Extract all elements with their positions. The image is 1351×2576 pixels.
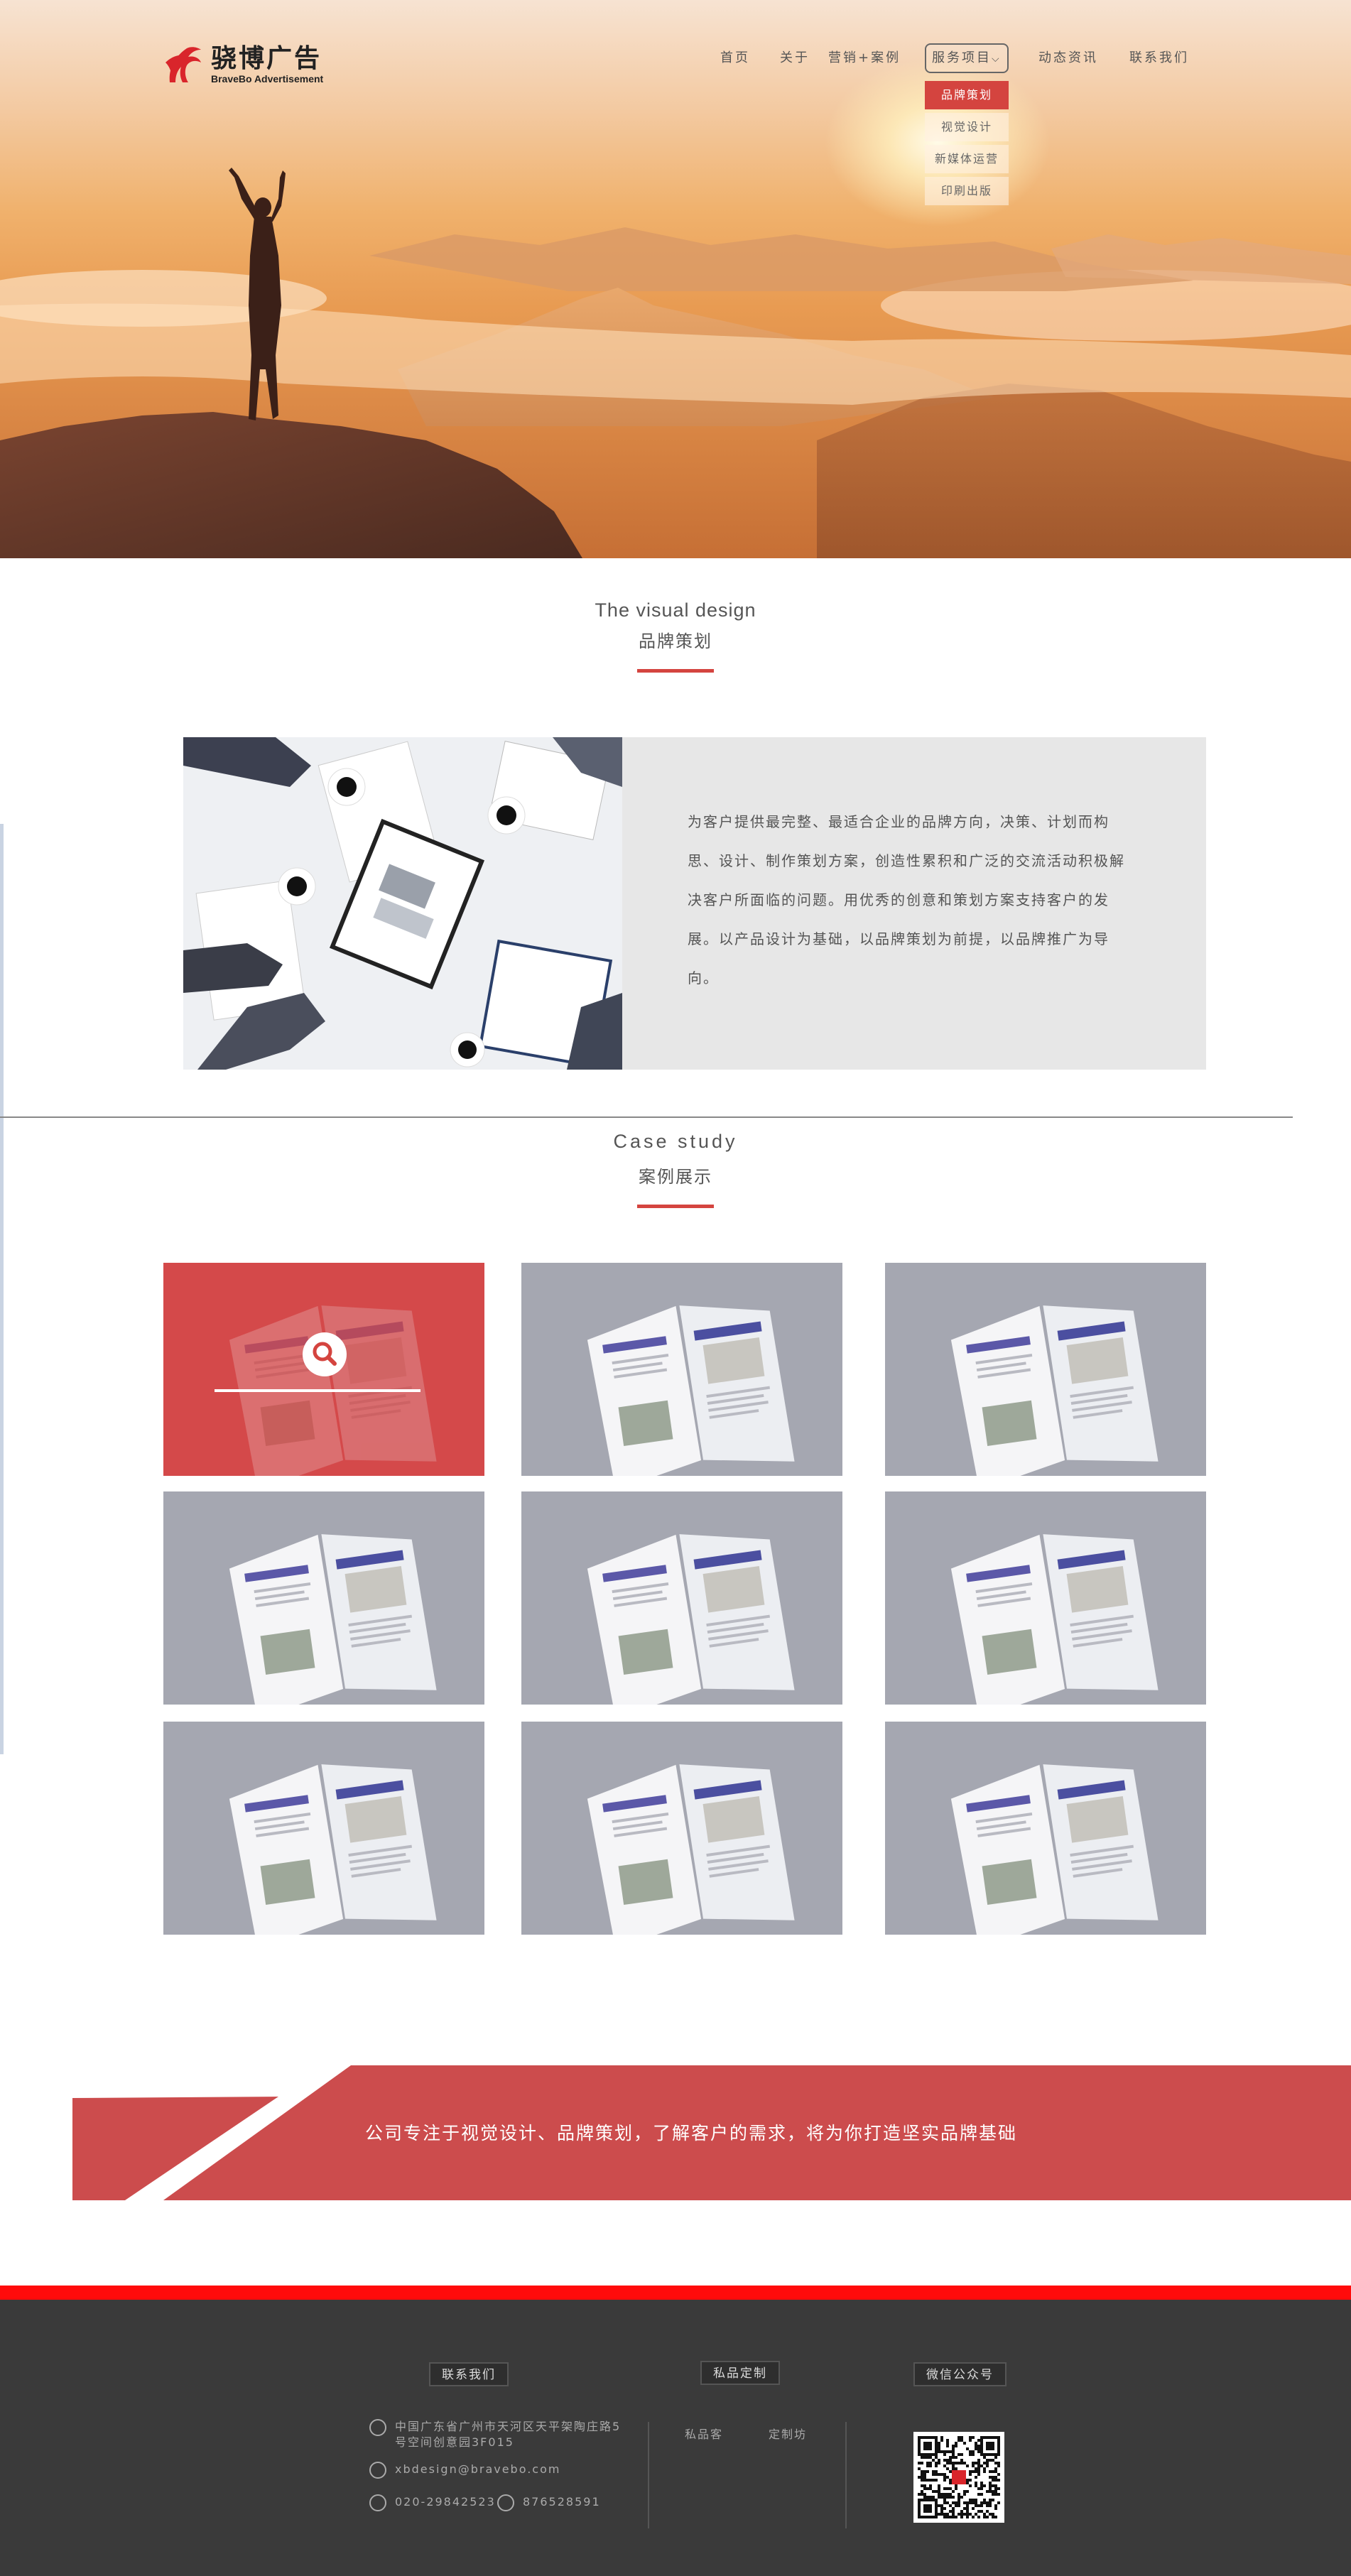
email-text: xbdesign@bravebo.com bbox=[395, 2462, 561, 2476]
hero-banner: 骁博广告 BraveBo Advertisement 首页 关于 营销+案例 服… bbox=[0, 0, 1351, 558]
brand-name-en: BraveBo Advertisement bbox=[211, 73, 324, 85]
footer-link-custom[interactable]: 定制坊 bbox=[769, 2425, 807, 2442]
nav-marketing-cases[interactable]: 营销+案例 bbox=[828, 44, 901, 72]
nav-about[interactable]: 关于 bbox=[780, 44, 810, 72]
dropdown-item-newmedia[interactable]: 新媒体运营 bbox=[925, 145, 1009, 173]
brand-strategy-block: 为客户提供最完整、最适合企业的品牌方向，决策、计划而构思、设计、制作策划方案，创… bbox=[183, 737, 1206, 1070]
section-divider bbox=[0, 1116, 1293, 1118]
magnifier-icon[interactable] bbox=[303, 1332, 347, 1376]
nav-services-label: 服务项目 bbox=[932, 50, 992, 65]
section-title-en: Case study bbox=[613, 1131, 738, 1152]
nav-home[interactable]: 首页 bbox=[720, 44, 750, 72]
chevron-down-icon: ⌵ bbox=[992, 53, 1002, 65]
qq-icon bbox=[497, 2494, 514, 2511]
footer-wechat-title: 微信公众号 bbox=[913, 2362, 1007, 2386]
dropdown-item-visual[interactable]: 视觉设计 bbox=[925, 113, 1009, 141]
section-brand-heading: The visual design 品牌策划 bbox=[0, 599, 1351, 673]
section-cases-heading: Case study 案例展示 bbox=[0, 1131, 1351, 1208]
dropdown-item-brand[interactable]: 品牌策划 bbox=[925, 81, 1009, 109]
nav-news[interactable]: 动态资讯 bbox=[1038, 44, 1098, 72]
wechat-qr-code bbox=[913, 2432, 1004, 2523]
case-item[interactable] bbox=[521, 1722, 842, 1935]
footer-contact-title: 联系我们 bbox=[429, 2362, 509, 2386]
left-edge-strip bbox=[0, 824, 4, 1754]
main-nav: 首页 关于 营销+案例 服务项目⌵ 动态资讯 联系我们 bbox=[0, 43, 1351, 73]
footer-link-private[interactable]: 私品客 bbox=[685, 2425, 723, 2442]
case-item[interactable] bbox=[163, 1263, 484, 1476]
meeting-photo bbox=[183, 737, 622, 1070]
banner-slogan: 公司专注于视觉设计、品牌策划，了解客户的需求，将为你打造坚实品牌基础 bbox=[365, 2123, 1018, 2143]
case-item[interactable] bbox=[163, 1491, 484, 1705]
phone-text: 020-29842523 bbox=[395, 2495, 496, 2509]
section-title-en: The visual design bbox=[595, 599, 756, 621]
footer-divider bbox=[648, 2422, 649, 2528]
section-title-cn: 品牌策划 bbox=[639, 631, 712, 651]
heading-underline bbox=[637, 1205, 714, 1208]
hover-underline bbox=[215, 1389, 421, 1392]
footer-divider bbox=[845, 2422, 847, 2528]
footer-red-strip bbox=[0, 2286, 1351, 2300]
address-text: 中国广东省广州市天河区天平架陶庄路5号空间创意园3F015 bbox=[395, 2420, 622, 2449]
section-title-cn: 案例展示 bbox=[639, 1167, 712, 1187]
footer-address: 中国广东省广州市天河区天平架陶庄路5号空间创意园3F015 bbox=[369, 2419, 625, 2450]
email-icon bbox=[369, 2462, 386, 2479]
nav-contact[interactable]: 联系我们 bbox=[1129, 44, 1189, 72]
nav-services[interactable]: 服务项目⌵ bbox=[925, 43, 1009, 73]
location-pin-icon bbox=[369, 2419, 386, 2436]
footer-email[interactable]: xbdesign@bravebo.com bbox=[369, 2462, 560, 2479]
case-item[interactable] bbox=[521, 1263, 842, 1476]
footer-qq: 876528591 bbox=[497, 2494, 601, 2511]
footer-custom-title: 私品定制 bbox=[700, 2361, 780, 2385]
phone-icon bbox=[369, 2494, 386, 2511]
heading-underline bbox=[637, 669, 714, 673]
qq-text: 876528591 bbox=[523, 2495, 601, 2509]
dropdown-item-print[interactable]: 印刷出版 bbox=[925, 177, 1009, 205]
case-item[interactable] bbox=[885, 1491, 1206, 1705]
brand-description: 为客户提供最完整、最适合企业的品牌方向，决策、计划而构思、设计、制作策划方案，创… bbox=[688, 813, 1125, 987]
case-item[interactable] bbox=[163, 1722, 484, 1935]
case-item[interactable] bbox=[521, 1491, 842, 1705]
case-item[interactable] bbox=[885, 1722, 1206, 1935]
footer bbox=[0, 2300, 1351, 2576]
footer-phone: 020-29842523 bbox=[369, 2494, 496, 2511]
case-item[interactable] bbox=[885, 1263, 1206, 1476]
services-dropdown: 品牌策划 视觉设计 新媒体运营 印刷出版 bbox=[925, 81, 1009, 209]
